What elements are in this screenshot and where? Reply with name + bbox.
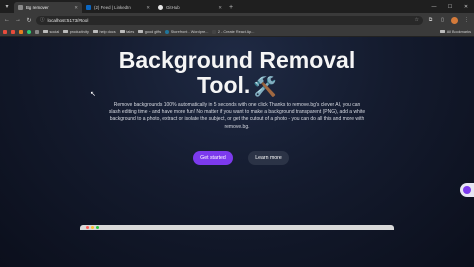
- site-info-icon[interactable]: ⓘ: [40, 17, 45, 23]
- folder-icon: [119, 29, 125, 34]
- browser-toolbar: ← → ↻ ⓘ localhost:5173/#tool ☆ ⧉ ▯ ⋮: [0, 13, 474, 27]
- bookmark-item[interactable]: [35, 29, 39, 34]
- close-tab-icon[interactable]: ✕: [218, 5, 222, 11]
- tab-label: GitHub: [166, 5, 180, 10]
- close-tab-icon[interactable]: ✕: [74, 5, 78, 11]
- bookmark-folder-good-gifts[interactable]: good gifts: [138, 30, 161, 34]
- get-started-button[interactable]: Get started: [193, 151, 233, 165]
- bookmark-storefront[interactable]: Storefront - Wordpre...: [165, 29, 209, 34]
- github-icon: [158, 5, 163, 10]
- address-bar[interactable]: ⓘ localhost:5173/#tool ☆: [36, 15, 423, 25]
- bookmark-label: 2 - Create React Ap...: [217, 29, 255, 34]
- tab-favicon-icon: [18, 5, 23, 10]
- minimize-dot-icon: [91, 226, 94, 229]
- tools-icon: 🛠️: [253, 77, 277, 98]
- bookmark-folder-help-docs[interactable]: help docs: [92, 29, 116, 34]
- bookmark-label: productivity: [69, 29, 89, 34]
- folder-icon: [43, 29, 48, 34]
- forward-icon[interactable]: →: [14, 16, 22, 24]
- bookmark-favicon-icon: [212, 29, 217, 34]
- tab-label: Bg remover: [26, 5, 49, 10]
- tab-linkedin[interactable]: (2) Feed | LinkedIn ✕: [82, 2, 154, 13]
- bookmark-create-react-app[interactable]: 2 - Create React Ap...: [212, 29, 255, 34]
- bookmark-star-icon[interactable]: ☆: [415, 17, 419, 23]
- bookmarks-bar: social productivity help docs tales good…: [0, 27, 474, 37]
- folder-icon: [138, 29, 144, 34]
- maximize-button[interactable]: ☐: [442, 0, 458, 13]
- wordpress-icon: [165, 29, 170, 34]
- tab-github[interactable]: GitHub ✕: [154, 2, 226, 13]
- bookmark-folder-tales[interactable]: tales: [119, 29, 135, 34]
- profile-avatar[interactable]: [450, 16, 459, 25]
- bookmark-folder-social[interactable]: social: [43, 30, 59, 34]
- mouse-cursor-icon: ↖: [90, 91, 96, 98]
- bookmark-favicon-icon: [27, 29, 31, 34]
- bookmark-label: help docs: [99, 29, 116, 34]
- close-dot-icon: [86, 226, 89, 229]
- reload-icon[interactable]: ↻: [25, 16, 33, 24]
- bookmark-favicon-icon: [3, 29, 7, 34]
- bookmark-label: Storefront - Wordpre...: [170, 29, 209, 34]
- close-tab-icon[interactable]: ✕: [146, 5, 150, 11]
- hero-description: Remove backgrounds 100% automatically in…: [108, 102, 366, 130]
- bookmark-item[interactable]: [19, 29, 23, 34]
- extensions-icon[interactable]: ⧉: [426, 16, 435, 25]
- bookmark-item[interactable]: [3, 29, 7, 34]
- all-bookmarks[interactable]: All Bookmarks: [440, 30, 471, 34]
- folder-icon: [92, 29, 98, 34]
- overlay-window-edge: [80, 225, 394, 230]
- side-panel-icon[interactable]: ▯: [438, 16, 447, 25]
- tab-label: (2) Feed | LinkedIn: [94, 5, 131, 10]
- bookmark-item[interactable]: [11, 29, 15, 34]
- chat-icon: [463, 186, 471, 194]
- browser-menu-icon[interactable]: ⋮: [462, 16, 471, 25]
- learn-more-button[interactable]: Learn more: [248, 151, 289, 165]
- zoom-dot-icon: [96, 226, 99, 229]
- folder-icon: [440, 29, 446, 34]
- folder-icon: [63, 29, 69, 34]
- new-tab-button[interactable]: +: [226, 2, 236, 13]
- tab-strip: ▾ Bg remover ✕ (2) Feed | LinkedIn ✕ Git…: [0, 0, 474, 13]
- bookmark-label: good gifts: [144, 29, 162, 34]
- bookmark-label: All Bookmarks: [446, 29, 471, 34]
- bookmark-folder-productivity[interactable]: productivity: [63, 30, 89, 34]
- bookmark-label: social: [49, 29, 60, 34]
- hero-title: Background Removal Tool. 🛠️: [0, 48, 474, 100]
- bookmark-favicon-icon: [19, 29, 23, 34]
- tab-search-icon[interactable]: ▾: [0, 0, 14, 13]
- hero-title-line2: Tool.: [197, 72, 251, 98]
- minimize-button[interactable]: —: [426, 0, 442, 13]
- chat-widget-button[interactable]: [460, 183, 474, 197]
- bookmark-favicon-icon: [11, 29, 15, 34]
- window-controls: — ☐ ✕: [426, 0, 474, 13]
- bookmark-favicon-icon: [35, 29, 39, 34]
- back-icon[interactable]: ←: [3, 16, 11, 24]
- tab-bg-remover[interactable]: Bg remover ✕: [14, 2, 82, 13]
- bookmark-item[interactable]: [27, 29, 31, 34]
- close-window-button[interactable]: ✕: [458, 0, 474, 13]
- bookmark-label: tales: [126, 29, 135, 34]
- url-text: localhost:5173/#tool: [47, 17, 89, 23]
- linkedin-icon: [86, 5, 91, 10]
- hero-title-line1: Background Removal: [118, 47, 356, 73]
